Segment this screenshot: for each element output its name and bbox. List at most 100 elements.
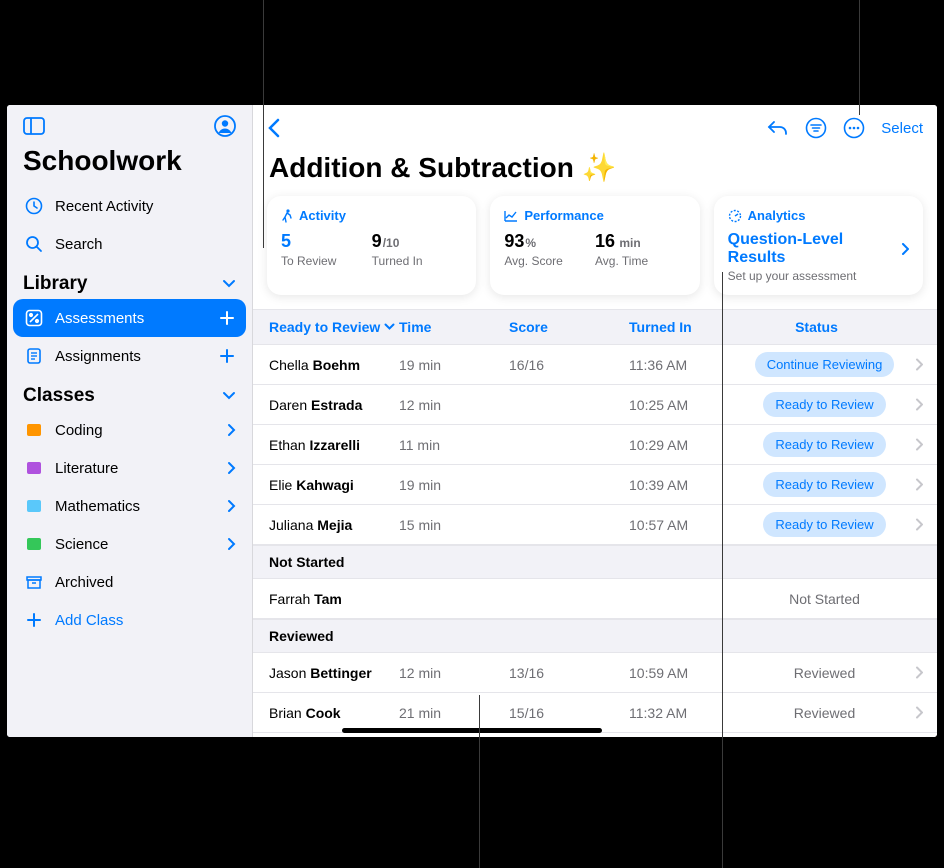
cell-time: 15 min	[399, 517, 509, 533]
cell-turned-in: 10:29 AM	[629, 437, 734, 453]
status-pill[interactable]: Ready to Review	[763, 432, 885, 457]
sidebar-class-mathematics[interactable]: Mathematics	[13, 487, 246, 525]
chevron-right-icon	[915, 666, 923, 679]
sidebar-assignments[interactable]: Assignments	[13, 337, 246, 375]
chevron-right-icon	[227, 537, 236, 551]
chevron-right-icon	[901, 243, 909, 255]
sidebar-toggle-icon[interactable]	[23, 117, 45, 135]
activity-card[interactable]: Activity 5 To Review 9/10 Turned In	[267, 196, 476, 295]
page-title: Addition & Subtraction ✨	[253, 145, 937, 196]
sidebar-class-science[interactable]: Science	[13, 525, 246, 563]
to-review-label: To Review	[281, 254, 372, 268]
table-row[interactable]: Elie Kahwagi19 min10:39 AMReady to Revie…	[253, 465, 937, 505]
class-icon	[23, 421, 45, 439]
cell-status: Ready to Review	[734, 512, 921, 537]
cell-turned-in: 10:39 AM	[629, 477, 734, 493]
cell-status: Not Started	[734, 591, 921, 607]
sidebar-classes-heading[interactable]: Classes	[7, 375, 252, 411]
cell-status: Ready to Review	[734, 432, 921, 457]
table-row[interactable]: Farrah Tam Not Started	[253, 579, 937, 619]
column-status[interactable]: Status	[734, 319, 921, 335]
status-pill[interactable]: Ready to Review	[763, 392, 885, 417]
person-walk-icon	[281, 209, 293, 223]
avg-score-value: 93%	[504, 231, 595, 252]
select-button[interactable]: Select	[881, 120, 923, 137]
student-name: Ethan Izzarelli	[269, 437, 399, 453]
question-level-results[interactable]: Question-Level Results	[728, 231, 909, 267]
sidebar-library-heading[interactable]: Library	[7, 263, 252, 299]
table-row[interactable]: Ethan Izzarelli11 min 10:29 AM Ready to Re…	[253, 425, 937, 465]
column-time[interactable]: Time	[399, 319, 509, 335]
sidebar-item-label: Add Class	[55, 612, 123, 629]
table-header: Ready to Review Time Score Turned In Sta…	[253, 309, 937, 345]
sidebar-archived[interactable]: Archived	[13, 563, 246, 601]
account-icon[interactable]	[214, 115, 236, 137]
status-pill[interactable]: Continue Reviewing	[755, 352, 895, 377]
cell-turned-in: 11:36 AM	[629, 357, 734, 373]
analytics-subtitle: Set up your assessment	[728, 269, 909, 283]
table-row[interactable]: Jason Bettinger12 min13/1610:59 AMReview…	[253, 653, 937, 693]
analytics-card[interactable]: Analytics Question-Level Results Set up …	[714, 196, 923, 295]
student-name: Farrah Tam	[269, 591, 399, 607]
sidebar-recent-activity[interactable]: Recent Activity	[13, 187, 246, 225]
column-ready-to-review[interactable]: Ready to Review	[269, 319, 399, 335]
document-icon	[23, 347, 45, 365]
cell-turned-in: 10:25 AM	[629, 397, 734, 413]
sidebar-class-coding[interactable]: Coding	[13, 411, 246, 449]
chevron-right-icon	[915, 518, 923, 531]
add-assignment-icon[interactable]	[218, 347, 236, 365]
undo-button[interactable]	[767, 119, 789, 137]
sidebar-search[interactable]: Search	[13, 225, 246, 263]
sidebar: Schoolwork Recent Activity Search Librar…	[7, 105, 253, 737]
performance-card[interactable]: Performance 93% Avg. Score 16 min Avg. T…	[490, 196, 699, 295]
table-row[interactable]: Juliana Mejia15 min10:57 AMReady to Revi…	[253, 505, 937, 545]
sidebar-item-label: Coding	[55, 422, 103, 439]
table-row[interactable]: Brian Cook21 min15/1611:32 AMReviewed	[253, 693, 937, 733]
add-assessment-icon[interactable]	[218, 309, 236, 327]
cell-time: 19 min	[399, 477, 509, 493]
sidebar-item-label: Mathematics	[55, 498, 140, 515]
turned-in-label: Turned In	[372, 254, 463, 268]
chevron-right-icon	[915, 438, 923, 451]
cell-time: 12 min	[399, 665, 509, 681]
avg-time-label: Avg. Time	[595, 254, 686, 268]
section-not-started: Not Started	[253, 545, 937, 579]
column-score[interactable]: Score	[509, 319, 629, 335]
sidebar-assessments[interactable]: Assessments	[13, 299, 246, 337]
cell-score: 16/16	[509, 357, 629, 373]
chart-icon	[504, 210, 518, 222]
back-button[interactable]	[267, 118, 280, 138]
status-pill[interactable]: Ready to Review	[763, 512, 885, 537]
app-window: Schoolwork Recent Activity Search Librar…	[7, 105, 937, 737]
more-button[interactable]	[843, 117, 865, 139]
table-row[interactable]: Chella Boehm19 min16/1611:36 AMContinue …	[253, 345, 937, 385]
percent-icon	[23, 309, 45, 327]
sidebar-item-label: Assessments	[55, 310, 144, 327]
filter-button[interactable]	[805, 117, 827, 139]
sidebar-item-label: Recent Activity	[55, 198, 153, 215]
cell-time: 21 min	[399, 705, 509, 721]
cell-turned-in: 11:32 AM	[629, 705, 734, 721]
app-title: Schoolwork	[7, 141, 252, 187]
chevron-right-icon	[227, 423, 236, 437]
status-pill[interactable]: Ready to Review	[763, 472, 885, 497]
column-turned-in[interactable]: Turned In	[629, 319, 734, 335]
main-content: Select Addition & Subtraction ✨ Activity…	[253, 105, 937, 737]
cell-status: Reviewed	[734, 665, 921, 681]
cell-status: Continue Reviewing	[734, 352, 921, 377]
cell-score: 13/16	[509, 665, 629, 681]
table-row[interactable]: Daren Estrada12 min10:25 AMReady to Revi…	[253, 385, 937, 425]
sidebar-item-label: Literature	[55, 460, 118, 477]
student-name: Daren Estrada	[269, 397, 399, 413]
sidebar-add-class[interactable]: Add Class	[13, 601, 246, 639]
cell-status: Ready to Review	[734, 472, 921, 497]
cell-time: 11 min	[399, 437, 509, 453]
chevron-down-icon	[222, 391, 236, 401]
sidebar-class-literature[interactable]: Literature	[13, 449, 246, 487]
status-text: Not Started	[789, 591, 860, 607]
class-icon	[23, 497, 45, 515]
plus-icon	[23, 611, 45, 629]
class-icon	[23, 535, 45, 553]
clock-icon	[23, 197, 45, 215]
section-reviewed: Reviewed	[253, 619, 937, 653]
